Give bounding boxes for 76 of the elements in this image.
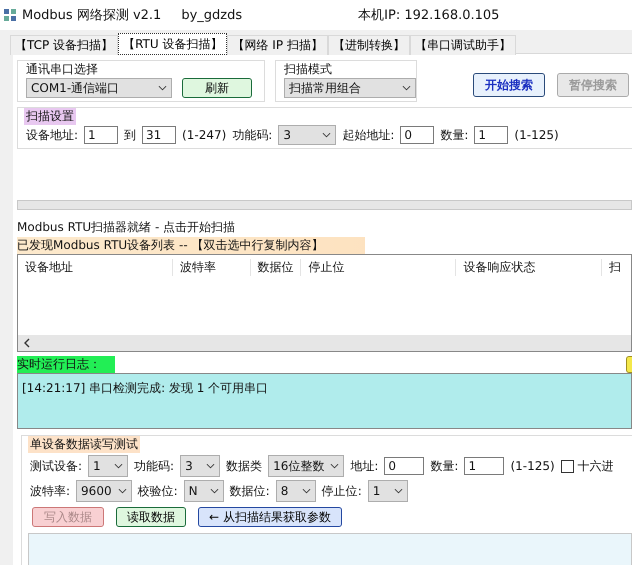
chevron-icon bbox=[302, 488, 311, 494]
range-hint: (1-125) bbox=[510, 459, 555, 473]
tab[interactable]: 【串口调试助手】 bbox=[410, 35, 516, 55]
column-header[interactable]: 波特率 bbox=[173, 258, 251, 276]
horizontal-scrollbar[interactable] bbox=[18, 335, 631, 351]
dropdown[interactable]: 16位整数 bbox=[268, 455, 344, 477]
chevron-icon bbox=[394, 488, 403, 494]
output-field[interactable] bbox=[28, 533, 632, 565]
tab[interactable]: 【RTU 设备扫描】 bbox=[118, 33, 228, 55]
scroll-left-icon[interactable] bbox=[24, 338, 30, 348]
chevron-icon bbox=[158, 85, 167, 91]
chevron-icon bbox=[114, 463, 124, 469]
cut-off-button[interactable] bbox=[626, 356, 632, 373]
column-header[interactable]: 停止位 bbox=[301, 258, 456, 276]
field-label: 校验位: bbox=[138, 482, 178, 500]
field-label: 数量: bbox=[440, 126, 468, 144]
author-label: by_gdzds bbox=[181, 8, 242, 22]
tab[interactable]: 【进制转换】 bbox=[328, 35, 410, 55]
action-button[interactable]: ← 从扫描结果获取参数 bbox=[198, 507, 342, 527]
field-label: 起始地址: bbox=[342, 126, 394, 144]
group-title: 扫描模式 bbox=[282, 61, 334, 78]
local-ip-label: 本机IP: 192.168.0.105 bbox=[358, 7, 500, 24]
chevron-icon bbox=[330, 463, 340, 469]
range-hint: (1-125) bbox=[514, 128, 559, 142]
field-label: 功能码: bbox=[134, 458, 174, 474]
range-hint: (1-247) bbox=[182, 128, 226, 142]
field-label: 数据位: bbox=[230, 482, 270, 500]
dropdown[interactable]: 1 bbox=[368, 480, 408, 502]
column-header[interactable]: 扫 bbox=[602, 258, 631, 276]
input-field[interactable]: 1 bbox=[84, 126, 118, 144]
port-dropdown[interactable]: COM1-通信端口 bbox=[26, 78, 172, 98]
dropdown[interactable]: N bbox=[184, 480, 224, 502]
input-field[interactable]: 31 bbox=[142, 126, 176, 144]
column-header[interactable]: 数据位 bbox=[250, 258, 302, 276]
dropdown[interactable]: 3 bbox=[278, 125, 336, 145]
chevron-icon bbox=[206, 463, 216, 469]
input-field[interactable]: 1 bbox=[474, 126, 508, 144]
tab[interactable]: 【网络 IP 扫描】 bbox=[227, 35, 328, 55]
action-button[interactable]: 读取数据 bbox=[116, 507, 186, 527]
log-title: 实时运行日志： bbox=[17, 356, 115, 373]
dropdown[interactable]: 9600 bbox=[76, 480, 132, 502]
group-title: 单设备数据读写测试 bbox=[28, 436, 140, 453]
checkbox-label: 十六进 bbox=[578, 458, 614, 474]
scan-button[interactable]: 开始搜索 bbox=[473, 73, 545, 97]
input-field[interactable]: 0 bbox=[400, 126, 434, 144]
refresh-button[interactable]: 刷新 bbox=[182, 78, 252, 98]
field-label: 测试设备: bbox=[30, 458, 82, 474]
field-label: 波特率: bbox=[30, 482, 70, 500]
chevron-icon bbox=[118, 488, 127, 494]
dropdown[interactable]: 3 bbox=[180, 455, 220, 477]
column-header[interactable]: 设备响应状态 bbox=[456, 258, 602, 276]
input-field[interactable]: 0 bbox=[384, 457, 424, 475]
checkbox[interactable] bbox=[560, 460, 574, 472]
column-header[interactable]: 设备地址 bbox=[18, 258, 174, 276]
app-icon bbox=[4, 9, 16, 21]
window-title: Modbus 网络探测 v2.1 bbox=[22, 7, 162, 24]
group-title: 通讯串口选择 bbox=[24, 61, 100, 78]
tab[interactable]: 【TCP 设备扫描】 bbox=[10, 35, 118, 55]
chevron-icon bbox=[322, 132, 332, 138]
field-label: 数量: bbox=[430, 458, 458, 474]
list-title: 已发现Modbus RTU设备列表 -- 【双击选中行复制内容】 bbox=[17, 237, 365, 254]
field-label: 设备地址: bbox=[26, 126, 78, 144]
scan-mode-dropdown[interactable]: 扫描常用组合 bbox=[284, 78, 416, 98]
chevron-icon bbox=[402, 85, 411, 91]
dropdown[interactable]: 8 bbox=[276, 480, 316, 502]
chevron-icon bbox=[210, 488, 219, 494]
group-title: 扫描设置 bbox=[24, 108, 76, 125]
field-label: 到 bbox=[124, 126, 136, 144]
log-line: [14:21:17] 串口检测完成: 发现 1 个可用串口 bbox=[22, 380, 270, 397]
field-label: 功能码: bbox=[232, 126, 272, 144]
field-label: 数据类 bbox=[226, 458, 262, 474]
dropdown[interactable]: 1 bbox=[88, 455, 128, 477]
status-text: Modbus RTU扫描器就绪 - 点击开始扫描 bbox=[17, 219, 236, 236]
field-label: 地址: bbox=[350, 458, 378, 474]
input-field[interactable]: 1 bbox=[464, 457, 504, 475]
field-label: 停止位: bbox=[322, 482, 362, 500]
